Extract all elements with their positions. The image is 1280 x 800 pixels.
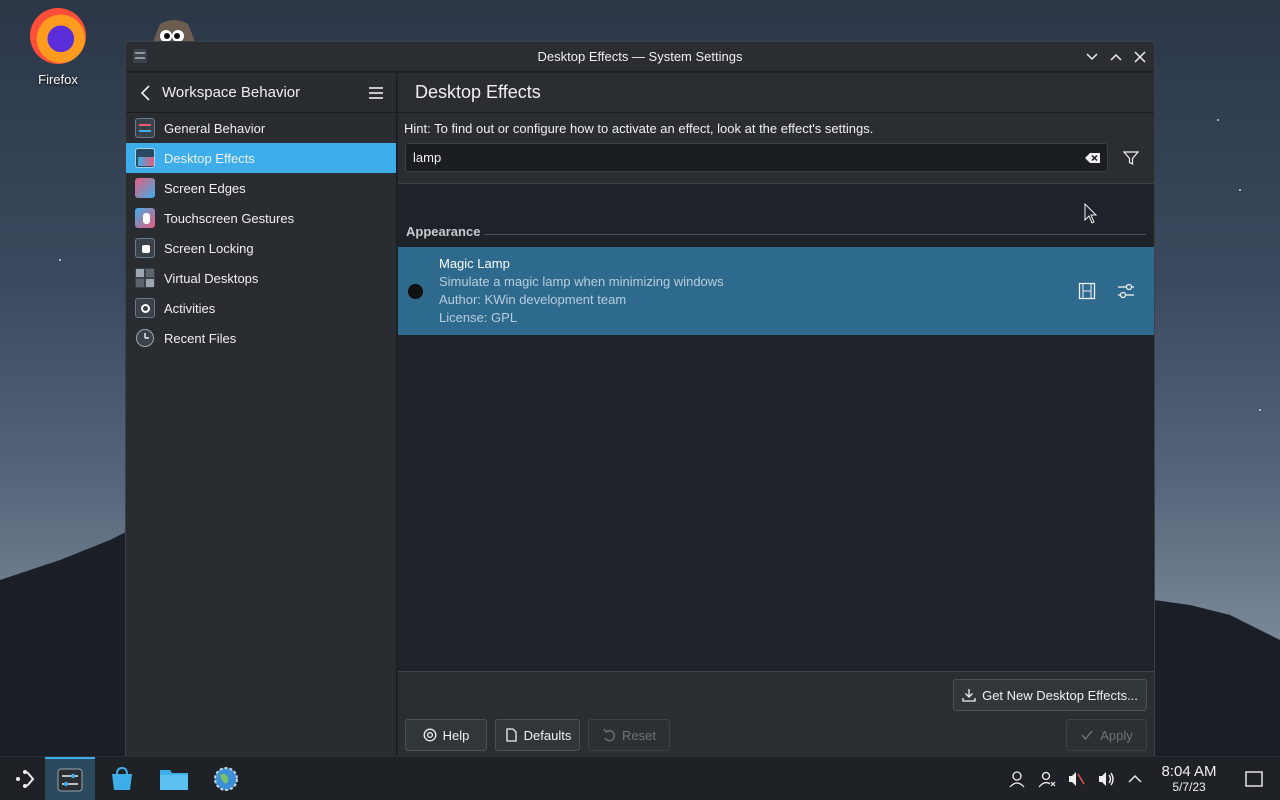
sidebar-item-general-behavior[interactable]: General Behavior — [126, 113, 396, 143]
system-settings-icon — [57, 768, 83, 792]
main-panel: Desktop Effects Hint: To find out or con… — [398, 73, 1154, 757]
sidebar: Workspace Behavior General Behavior Desk… — [126, 73, 397, 757]
sidebar-title: Workspace Behavior — [162, 84, 301, 101]
close-icon[interactable] — [1132, 49, 1148, 65]
sidebar-item-recent-files[interactable]: Recent Files — [126, 323, 396, 353]
activities-icon — [135, 298, 155, 318]
volume-muted-icon[interactable] — [1066, 769, 1086, 789]
help-label: Help — [442, 727, 470, 743]
show-desktop-icon[interactable] — [1244, 769, 1264, 789]
user-icon[interactable] — [1007, 769, 1027, 789]
shopping-bag-icon — [112, 766, 132, 790]
clock[interactable]: 8:04 AM 5/7/23 — [1152, 763, 1226, 794]
sidebar-item-label: Desktop Effects — [164, 150, 255, 166]
document-icon — [505, 728, 517, 742]
clock-time: 8:04 AM — [1161, 763, 1217, 780]
chevron-up-icon[interactable] — [1125, 769, 1145, 789]
apply-label: Apply — [1100, 727, 1133, 743]
hint-and-search-bar: Hint: To find out or configure how to ac… — [398, 113, 1154, 184]
effect-name: Magic Lamp — [439, 256, 510, 271]
taskbar-browser[interactable] — [201, 757, 251, 800]
reset-label: Reset — [622, 727, 656, 743]
sidebar-item-label: Recent Files — [164, 330, 237, 346]
mouse-pointer-icon — [1084, 203, 1098, 224]
virtual-desktops-icon — [135, 268, 155, 288]
sidebar-item-label: Screen Locking — [164, 240, 254, 256]
hint-text: Hint: To find out or configure how to ac… — [404, 121, 874, 136]
check-icon — [1081, 730, 1093, 741]
sidebar-item-screen-locking[interactable]: Screen Locking — [126, 233, 396, 263]
get-new-label: Get New Desktop Effects... — [982, 687, 1138, 703]
help-button[interactable]: Help — [405, 719, 487, 751]
volume-icon[interactable] — [1096, 769, 1116, 789]
application-launcher[interactable] — [0, 757, 50, 800]
sidebar-item-label: Screen Edges — [164, 180, 246, 196]
sidebar-item-virtual-desktops[interactable]: Virtual Desktops — [126, 263, 396, 293]
screen-locking-icon — [135, 238, 155, 258]
sidebar-item-touchscreen-gestures[interactable]: Touchscreen Gestures — [126, 203, 396, 233]
effect-author: Author: KWin development team — [439, 292, 627, 307]
firefox-icon — [30, 8, 86, 64]
effect-radio-button[interactable] — [408, 284, 423, 299]
system-settings-icon[interactable] — [132, 48, 148, 64]
screen-edges-icon — [135, 178, 155, 198]
page-title: Desktop Effects — [415, 82, 541, 102]
steamdeck-logo-icon — [16, 770, 35, 788]
system-settings-window: Desktop Effects — System Settings Worksp… — [125, 41, 1155, 757]
clear-search-icon[interactable] — [1084, 149, 1102, 167]
footer-bar: Get New Desktop Effects... Help Defaults — [398, 671, 1154, 757]
search-input[interactable]: lamp — [405, 143, 1108, 172]
effect-row-magic-lamp[interactable]: Magic Lamp Simulate a magic lamp when mi… — [398, 247, 1154, 335]
desktop-effects-icon — [135, 148, 155, 168]
video-preview-icon[interactable] — [1078, 282, 1096, 300]
touchscreen-gestures-icon — [135, 208, 155, 228]
sidebar-item-label: Activities — [164, 300, 216, 316]
maximize-icon[interactable] — [1108, 49, 1124, 65]
reset-button[interactable]: Reset — [588, 719, 670, 751]
clock-icon — [136, 329, 154, 347]
sidebar-header: Workspace Behavior — [126, 73, 396, 113]
section-divider — [484, 234, 1146, 235]
sidebar-item-label: General Behavior — [164, 120, 266, 136]
taskbar-system-settings[interactable] — [45, 757, 95, 800]
undo-icon — [603, 728, 616, 742]
globe-gear-icon — [214, 767, 238, 791]
effect-license: License: GPL — [439, 310, 518, 325]
taskbar-discover[interactable] — [97, 757, 147, 800]
effect-description: Simulate a magic lamp when minimizing wi… — [439, 274, 724, 289]
sidebar-item-label: Virtual Desktops — [164, 270, 259, 286]
get-new-desktop-effects-button[interactable]: Get New Desktop Effects... — [953, 679, 1147, 711]
general-behavior-icon — [135, 118, 155, 138]
folder-icon — [160, 770, 188, 790]
hamburger-menu-icon[interactable] — [366, 83, 386, 103]
page-header: Desktop Effects — [398, 73, 1154, 113]
minimize-icon[interactable] — [1084, 49, 1100, 65]
clock-date: 5/7/23 — [1172, 780, 1206, 794]
section-heading: Appearance — [406, 224, 481, 239]
sidebar-item-activities[interactable]: Activities — [126, 293, 396, 323]
download-icon — [962, 689, 976, 702]
firefox-label: Firefox — [38, 72, 78, 87]
defaults-label: Defaults — [523, 727, 572, 743]
taskbar: 8:04 AM 5/7/23 — [0, 756, 1280, 800]
filter-icon[interactable] — [1123, 150, 1139, 166]
user-switch-icon[interactable] — [1037, 769, 1057, 789]
apply-button[interactable]: Apply — [1066, 719, 1147, 751]
sidebar-item-desktop-effects[interactable]: Desktop Effects — [126, 143, 396, 173]
window-title: Desktop Effects — System Settings — [537, 49, 743, 64]
sidebar-item-label: Touchscreen Gestures — [164, 210, 295, 226]
defaults-button[interactable]: Defaults — [495, 719, 580, 751]
help-icon — [423, 728, 437, 742]
search-value: lamp — [413, 150, 442, 165]
taskbar-file-manager[interactable] — [149, 757, 199, 800]
back-arrow-icon[interactable] — [136, 83, 156, 103]
firefox-desktop-icon[interactable]: Firefox — [20, 8, 96, 87]
configure-icon[interactable] — [1116, 282, 1136, 300]
sidebar-item-screen-edges[interactable]: Screen Edges — [126, 173, 396, 203]
title-bar[interactable]: Desktop Effects — System Settings — [126, 42, 1154, 72]
